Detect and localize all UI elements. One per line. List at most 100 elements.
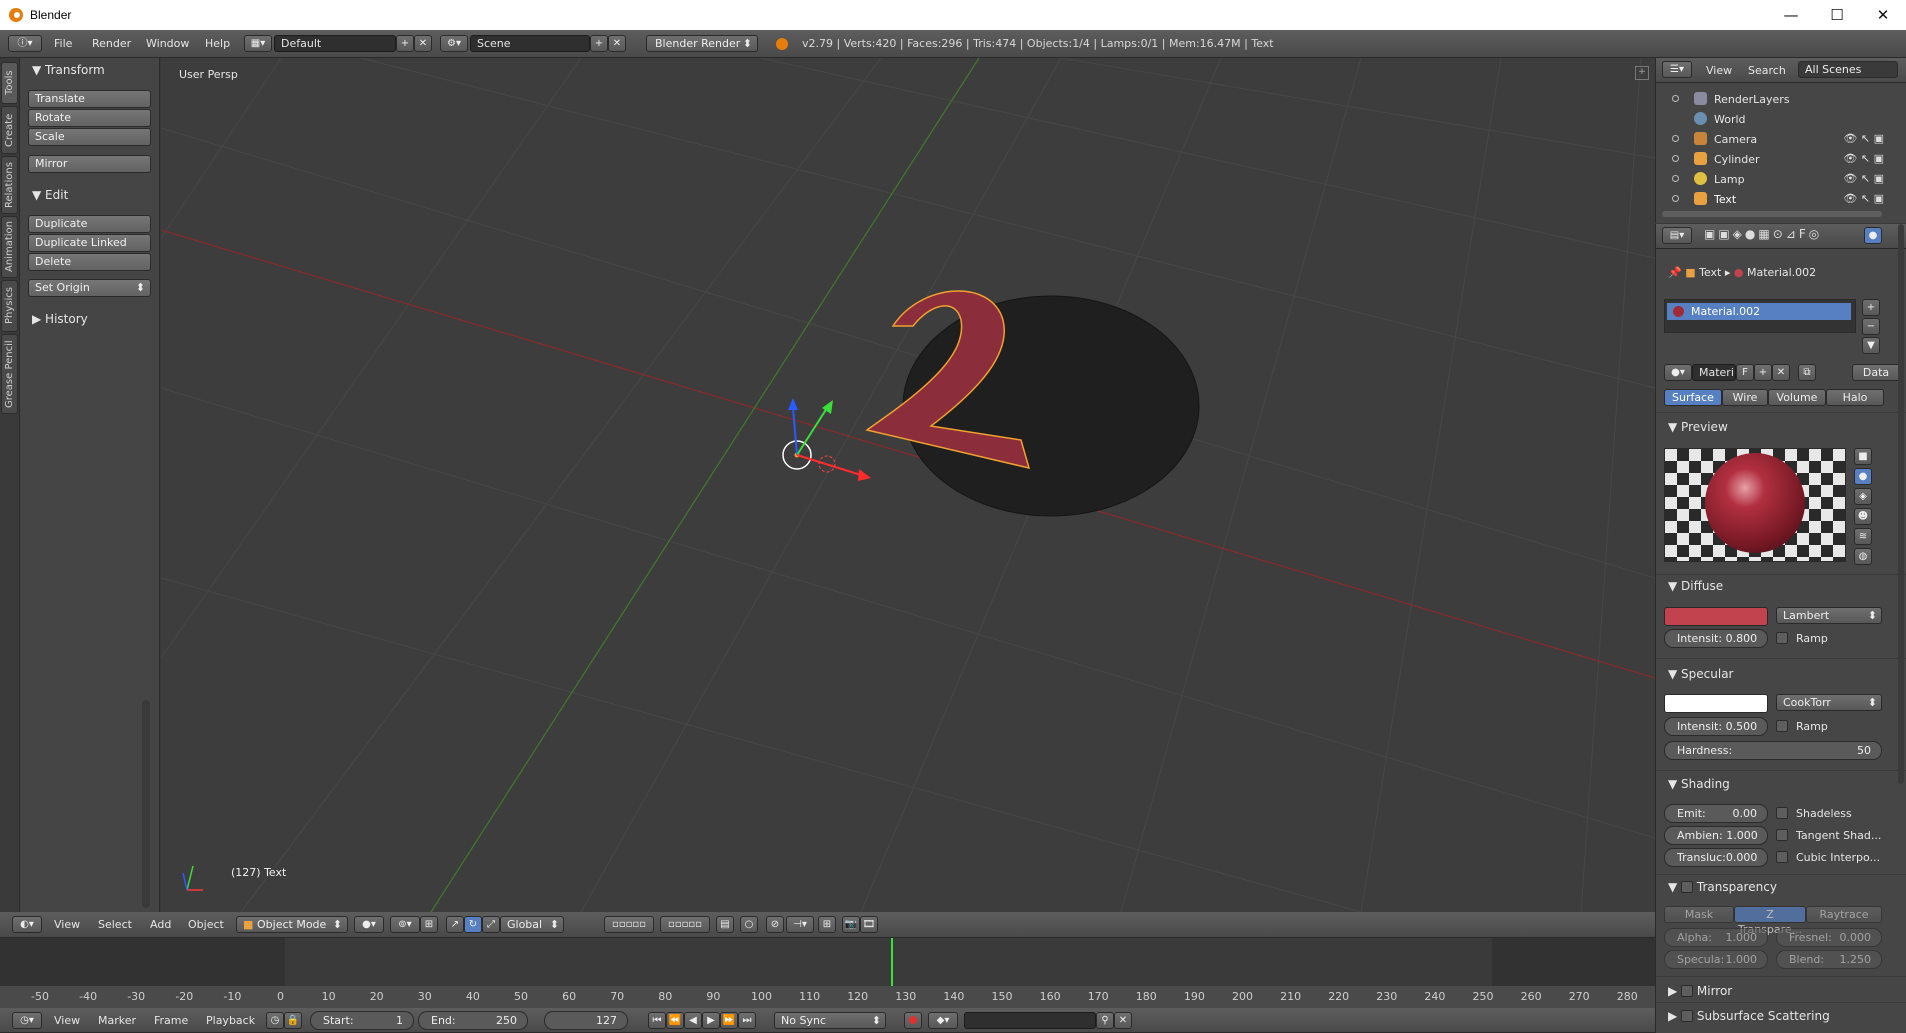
specular-panel-header[interactable]: ▼ Specular	[1668, 667, 1734, 681]
blend-field[interactable]: Blend: 1.250	[1776, 950, 1882, 969]
visibility-eye-icon[interactable]: 👁 ↖ ▣	[1843, 172, 1884, 185]
viewport-shading-icon[interactable]: ●▾	[354, 916, 384, 933]
delete-keyframe-icon[interactable]: ✕	[1114, 1012, 1132, 1029]
transparency-raytrace-button[interactable]: Raytrace	[1806, 906, 1882, 923]
jump-end-icon[interactable]: ⏭	[738, 1012, 756, 1029]
menu-timeline-view[interactable]: View	[54, 1014, 80, 1027]
tab-create[interactable]: Create	[1, 106, 18, 154]
diffuse-shader-dropdown[interactable]: Lambert ⬍	[1776, 607, 1882, 624]
tangent-shading-checkbox[interactable]	[1776, 829, 1788, 841]
duplicate-button[interactable]: Duplicate	[28, 215, 151, 233]
preview-cube-icon[interactable]: ◈	[1854, 488, 1872, 505]
menu-marker[interactable]: Marker	[98, 1014, 136, 1027]
outliner-item-camera[interactable]: Camera 👁 ↖ ▣	[1672, 130, 1892, 149]
hardness-field[interactable]: Hardness: 50	[1664, 741, 1882, 760]
rotate-button[interactable]: Rotate	[28, 109, 151, 127]
layer-buttons-b[interactable]: ▫▫▫▫▫	[660, 916, 710, 933]
menu-add[interactable]: Add	[150, 918, 171, 931]
tab-grease-pencil[interactable]: Grease Pencil	[1, 334, 18, 414]
shadeless-checkbox[interactable]	[1776, 807, 1788, 819]
proportional-edit-icon[interactable]: ○	[740, 916, 758, 933]
timeline-playhead[interactable]	[891, 938, 894, 986]
outliner-item-world[interactable]: World	[1672, 110, 1892, 129]
tab-wire[interactable]: Wire	[1722, 389, 1768, 406]
diffuse-color-swatch[interactable]	[1664, 607, 1768, 626]
transform-panel-header[interactable]: ▼ Transform	[32, 63, 105, 77]
editor-type-properties-icon[interactable]: ▤▾	[1662, 227, 1692, 244]
render-animation-icon[interactable]: 🎞	[860, 916, 878, 933]
specular-color-swatch[interactable]	[1664, 694, 1768, 713]
menu-help[interactable]: Help	[205, 37, 230, 50]
timeline-area[interactable]: -50 -40 -30 -20 -10 0 10 20 30 40 50 60 70 80 90 100 110…	[0, 938, 1655, 1008]
scale-manipulator-icon[interactable]: ⤢	[482, 916, 500, 933]
timeline-ruler[interactable]	[0, 986, 1655, 1008]
sss-panel-header[interactable]: ▶ Subsurface Scattering	[1668, 1009, 1830, 1023]
alpha-field[interactable]: Alpha: 1.000	[1664, 928, 1768, 947]
material-link-icon[interactable]: ⧉	[1798, 364, 1816, 381]
jump-start-icon[interactable]: ⏮	[648, 1012, 666, 1029]
editor-type-timeline-icon[interactable]: ◷▾	[12, 1012, 42, 1029]
gizmo-y-axis[interactable]	[796, 407, 828, 456]
snap-target-icon[interactable]: ⊞	[818, 916, 836, 933]
snap-toggle-icon[interactable]: ⊘	[766, 916, 784, 933]
visibility-eye-icon[interactable]: 👁 ↖ ▣	[1843, 192, 1884, 205]
preview-world-icon[interactable]: ◍	[1854, 548, 1872, 565]
transparency-checkbox[interactable]	[1681, 881, 1694, 893]
mirror-panel-header[interactable]: ▶ Mirror	[1668, 984, 1732, 998]
menu-playback[interactable]: Playback	[206, 1014, 255, 1027]
outliner-item-renderlayers[interactable]: RenderLayers	[1672, 90, 1892, 109]
history-panel-header[interactable]: ▶ History	[32, 312, 88, 326]
sync-dropdown[interactable]: No Sync ⬍	[774, 1012, 886, 1029]
expand-toggle-icon[interactable]	[1672, 155, 1679, 162]
material-browse-icon[interactable]: ●▾	[1664, 364, 1692, 381]
3d-viewport[interactable]: User Persp (127) Text +	[161, 58, 1655, 912]
pin-icon[interactable]: 📌	[1668, 266, 1685, 279]
outliner-menu-search[interactable]: Search	[1748, 64, 1786, 77]
set-origin-dropdown[interactable]: Set Origin ⬍	[28, 279, 151, 297]
specular-shader-dropdown[interactable]: CookTorr ⬍	[1776, 694, 1882, 711]
mirror-button[interactable]: Mirror	[28, 155, 151, 173]
insert-keyframe-icon[interactable]: ⚲	[1096, 1012, 1114, 1029]
scene-name-field[interactable]: Scene	[470, 35, 590, 52]
material-slot-list[interactable]: Material.002	[1664, 299, 1856, 333]
close-button[interactable]: ✕	[1860, 4, 1906, 26]
keying-set-field[interactable]	[964, 1012, 1096, 1029]
menu-select[interactable]: Select	[98, 918, 132, 931]
tab-tools[interactable]: Tools	[1, 62, 18, 104]
expand-toggle-icon[interactable]	[1672, 195, 1679, 202]
outliner-filter-dropdown[interactable]: All Scenes	[1798, 61, 1898, 78]
slot-menu-icon[interactable]: ▼	[1862, 337, 1880, 354]
jump-keyframe-forward-icon[interactable]: ⏩	[720, 1012, 738, 1029]
tab-relations[interactable]: Relations	[1, 156, 18, 214]
minimize-button[interactable]: —	[1768, 4, 1814, 26]
preview-hair-icon[interactable]: ≋	[1854, 528, 1872, 545]
translate-button[interactable]: Translate	[28, 90, 151, 108]
editor-type-outliner-icon[interactable]: ☰▾	[1662, 61, 1692, 78]
context-tab-icons[interactable]: ▣▣◈●▦⊙⊿F◎	[1704, 227, 1822, 241]
start-frame-field[interactable]: Start: 1	[310, 1011, 414, 1030]
specular-alpha-field[interactable]: Specula: 1.000	[1664, 950, 1768, 969]
material-slot-item[interactable]: Material.002	[1667, 303, 1851, 320]
menu-view[interactable]: View	[54, 918, 80, 931]
slot-remove-icon[interactable]: −	[1862, 318, 1880, 335]
translucency-field[interactable]: Transluc:0.000	[1664, 848, 1768, 867]
cubic-interpolation-checkbox[interactable]	[1776, 851, 1788, 863]
link-data-dropdown[interactable]: Data	[1852, 364, 1900, 381]
editor-type-info-icon[interactable]: ⓘ▾	[8, 35, 42, 52]
maximize-button[interactable]: ☐	[1814, 4, 1860, 26]
snap-element-icon[interactable]: ⊣▾	[786, 916, 814, 933]
play-reverse-icon[interactable]: ◀	[684, 1012, 702, 1029]
material-name-field[interactable]: Materi	[1692, 364, 1736, 381]
outliner-item-text[interactable]: Text 👁 ↖ ▣	[1672, 190, 1892, 209]
translate-manipulator-icon[interactable]: ↗	[446, 916, 464, 933]
render-still-icon[interactable]: 📷	[842, 916, 860, 933]
pivot-point-icon[interactable]: ⊚▾	[390, 916, 420, 933]
transparency-ztransp-button[interactable]: Z Transpare...	[1734, 906, 1806, 936]
layout-add-icon[interactable]: +	[396, 35, 414, 52]
sss-checkbox[interactable]	[1681, 1010, 1694, 1022]
gizmo-x-arrow-icon[interactable]	[858, 469, 871, 481]
edit-panel-header[interactable]: ▼ Edit	[32, 188, 68, 202]
tab-volume[interactable]: Volume	[1768, 389, 1826, 406]
lock-range-icon[interactable]: 🔒	[284, 1012, 302, 1029]
outliner-menu-view[interactable]: View	[1706, 64, 1732, 77]
